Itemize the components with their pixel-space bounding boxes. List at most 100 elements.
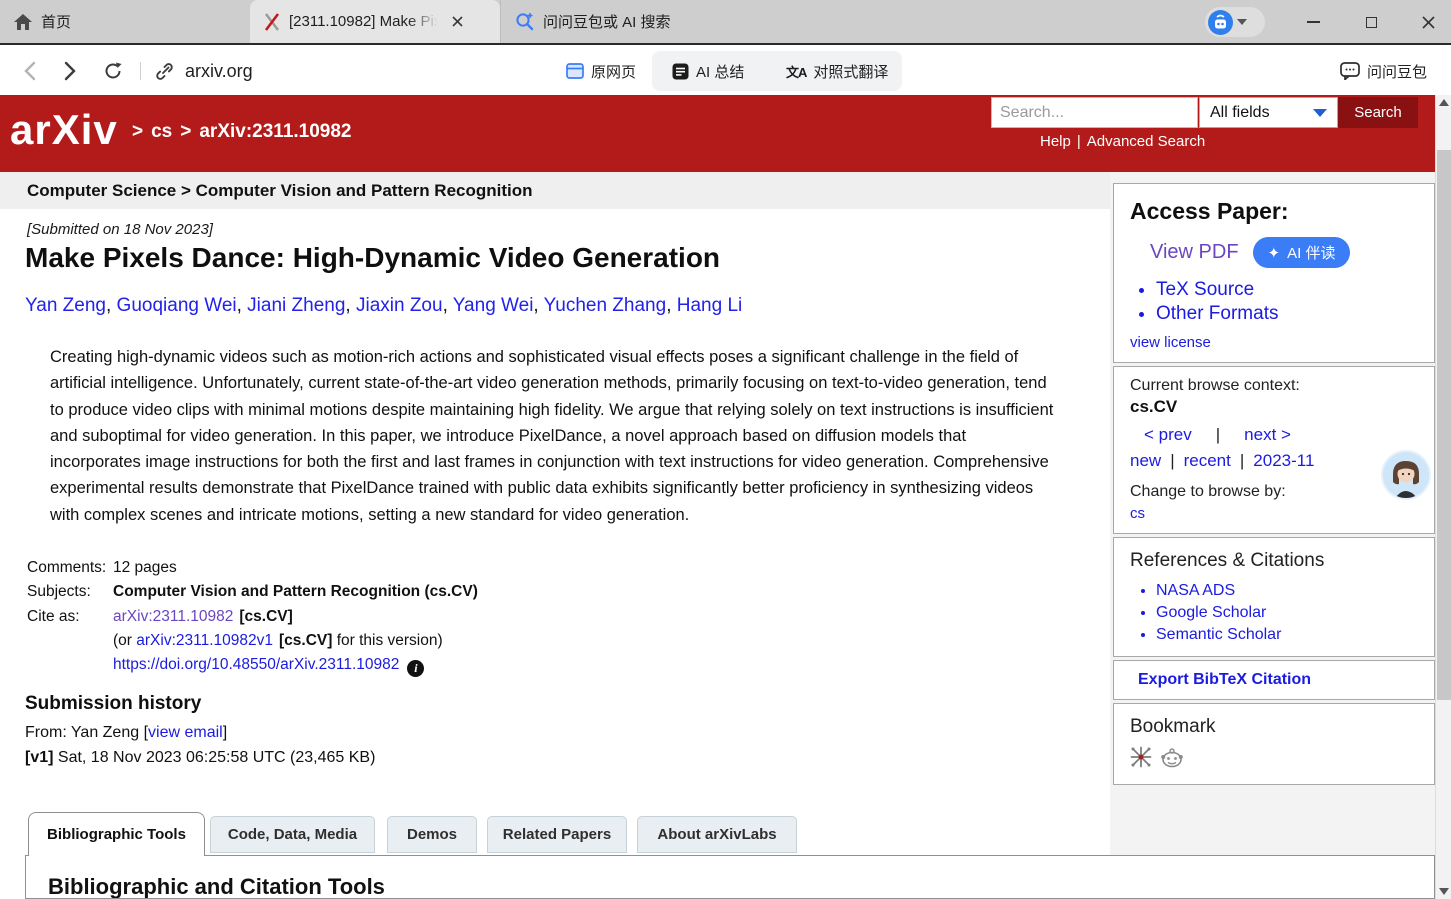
bookmark-heading: Bookmark bbox=[1130, 716, 1418, 738]
cite-alt-suffix: for this version) bbox=[332, 632, 442, 649]
url-text: arxiv.org bbox=[185, 61, 253, 82]
prev-next-row: < prev | next > bbox=[1144, 425, 1418, 445]
original-page-icon bbox=[566, 63, 584, 79]
from-suffix: ] bbox=[223, 724, 227, 741]
author-link[interactable]: Jiaxin Zou bbox=[356, 295, 443, 316]
translate-icon: 文A bbox=[786, 62, 806, 81]
arxiv-logo[interactable]: arXiv bbox=[10, 106, 118, 154]
minimize-icon bbox=[1307, 21, 1320, 23]
forward-icon bbox=[64, 61, 76, 81]
connotea-icon[interactable] bbox=[1130, 746, 1152, 768]
home-icon bbox=[14, 14, 32, 30]
bookmark-box: Bookmark bbox=[1113, 703, 1435, 785]
browser-tab-bar: 首页 [2311.10982] Make Pix 问问豆包或 AI bbox=[0, 0, 1451, 45]
subjects-label: Subjects: bbox=[27, 583, 113, 601]
authors-line: Yan Zeng, Guoqiang Wei, Jiani Zheng, Jia… bbox=[25, 295, 742, 317]
reference-link[interactable]: NASA ADS bbox=[1156, 580, 1418, 602]
reload-button[interactable] bbox=[103, 47, 123, 95]
search-input[interactable] bbox=[991, 97, 1198, 128]
tab-active-arxiv[interactable]: [2311.10982] Make Pix bbox=[250, 0, 500, 43]
author-link[interactable]: Guoqiang Wei bbox=[117, 295, 237, 316]
chevron-down-icon bbox=[1237, 19, 1247, 25]
tab-about-arxivlabs[interactable]: About arXivLabs bbox=[637, 816, 797, 853]
close-icon bbox=[1422, 16, 1435, 29]
scroll-up-arrow[interactable] bbox=[1436, 95, 1451, 110]
tab-bibliographic-tools[interactable]: Bibliographic Tools bbox=[28, 812, 205, 856]
author-link[interactable]: Jiani Zheng bbox=[247, 295, 345, 316]
ask-doubao-button[interactable]: 问问豆包 bbox=[1340, 47, 1427, 95]
scroll-thumb[interactable] bbox=[1437, 150, 1451, 700]
tab-related-papers[interactable]: Related Papers bbox=[487, 816, 627, 853]
author-link[interactable]: Yang Wei bbox=[453, 295, 534, 316]
address-url[interactable]: arxiv.org bbox=[185, 47, 253, 95]
reference-link[interactable]: Google Scholar bbox=[1156, 602, 1418, 624]
arxiv-favicon bbox=[264, 13, 280, 31]
labs-content-box: Bibliographic and Citation Tools bbox=[25, 855, 1435, 899]
cite-category: [cs.CV] bbox=[239, 608, 292, 625]
ai-companion-label: AI 伴读 bbox=[1287, 242, 1335, 263]
cite-alt-id-link[interactable]: arXiv:2311.10982v1 bbox=[136, 632, 273, 649]
window-minimize-button[interactable] bbox=[1296, 8, 1330, 36]
browse-cs-link[interactable]: cs bbox=[1130, 505, 1145, 522]
meta-row-subjects: Subjects:Computer Vision and Pattern Rec… bbox=[27, 583, 113, 601]
access-link[interactable]: Other Formats bbox=[1156, 302, 1418, 325]
ask-doubao-label: 问问豆包 bbox=[1367, 61, 1427, 82]
browse-context-label: Current browse context: bbox=[1130, 377, 1418, 395]
month-link[interactable]: 2023-11 bbox=[1253, 451, 1314, 471]
girl-avatar-icon bbox=[1383, 452, 1429, 498]
info-icon[interactable]: i bbox=[407, 660, 424, 677]
original-page-button[interactable]: 原网页 bbox=[566, 47, 636, 95]
recent-link[interactable]: recent bbox=[1184, 451, 1231, 471]
tab-ai-search-label: 问问豆包或 AI 搜索 bbox=[543, 11, 671, 32]
scroll-down-arrow[interactable] bbox=[1436, 884, 1451, 899]
assistant-avatar[interactable] bbox=[1383, 452, 1429, 498]
breadcrumb-section-link[interactable]: cs bbox=[151, 121, 172, 143]
author-link[interactable]: Hang Li bbox=[677, 295, 743, 316]
doi-link[interactable]: https://doi.org/10.48550/arXiv.2311.1098… bbox=[113, 656, 399, 673]
vertical-scrollbar[interactable] bbox=[1435, 95, 1451, 899]
window-close-button[interactable] bbox=[1411, 8, 1445, 36]
tab-close-icon[interactable] bbox=[452, 16, 463, 27]
browser-account-button[interactable] bbox=[1205, 7, 1265, 37]
author-link[interactable]: Yuchen Zhang bbox=[544, 295, 667, 316]
access-link[interactable]: TeX Source bbox=[1156, 278, 1418, 301]
new-link[interactable]: new bbox=[1130, 451, 1161, 471]
tab-demos[interactable]: Demos bbox=[387, 816, 477, 853]
ai-companion-button[interactable]: ✦ AI 伴读 bbox=[1253, 237, 1351, 268]
tab-ai-search[interactable]: 问问豆包或 AI 搜索 bbox=[500, 0, 780, 43]
author-link[interactable]: Yan Zeng bbox=[25, 295, 106, 316]
tab-code-data-media[interactable]: Code, Data, Media bbox=[210, 816, 375, 853]
banner-help-links: Help | Advanced Search bbox=[1040, 133, 1205, 150]
tab-home[interactable]: 首页 bbox=[0, 0, 250, 43]
browse-context-code: cs.CV bbox=[1130, 397, 1418, 417]
access-paper-box: Access Paper: View PDF ✦ AI 伴读 TeX Sourc… bbox=[1113, 183, 1435, 363]
search-field-select[interactable]: All fields bbox=[1199, 97, 1338, 128]
page-title: Make Pixels Dance: High-Dynamic Video Ge… bbox=[25, 242, 720, 274]
advanced-search-link[interactable]: Advanced Search bbox=[1087, 133, 1205, 150]
v1-label: [v1] bbox=[25, 749, 53, 766]
side-translate-button[interactable]: 文A 对照式翻译 bbox=[786, 47, 888, 95]
context-nav-row: new | recent | 2023-11 bbox=[1130, 451, 1418, 471]
prev-link[interactable]: < prev bbox=[1144, 425, 1192, 445]
subject-breadcrumb: Computer Science > Computer Vision and P… bbox=[0, 172, 1110, 209]
reddit-icon[interactable] bbox=[1160, 746, 1184, 768]
forward-button[interactable] bbox=[64, 47, 76, 95]
search-button[interactable]: Search bbox=[1338, 97, 1418, 128]
view-email-link[interactable]: view email bbox=[148, 724, 223, 741]
cite-id-link[interactable]: arXiv:2311.10982 bbox=[113, 608, 233, 625]
view-pdf-row: View PDF ✦ AI 伴读 bbox=[1150, 237, 1418, 268]
reference-link[interactable]: Semantic Scholar bbox=[1156, 624, 1418, 646]
maximize-icon bbox=[1366, 17, 1377, 28]
window-maximize-button[interactable] bbox=[1354, 8, 1388, 36]
help-link[interactable]: Help bbox=[1040, 133, 1071, 150]
ai-summary-button[interactable]: AI 总结 bbox=[672, 47, 744, 95]
next-link[interactable]: next > bbox=[1244, 425, 1291, 445]
web-page: arXiv > cs > arXiv:2311.10982 All fields… bbox=[0, 95, 1451, 899]
view-license-link[interactable]: view license bbox=[1130, 334, 1211, 351]
export-bibtex-link[interactable]: Export BibTeX Citation bbox=[1138, 671, 1311, 688]
submitted-date: [Submitted on 18 Nov 2023] bbox=[27, 221, 213, 238]
back-icon bbox=[24, 61, 36, 81]
site-link-icon[interactable] bbox=[155, 47, 174, 95]
back-button[interactable] bbox=[24, 47, 36, 95]
view-pdf-link[interactable]: View PDF bbox=[1150, 241, 1239, 264]
